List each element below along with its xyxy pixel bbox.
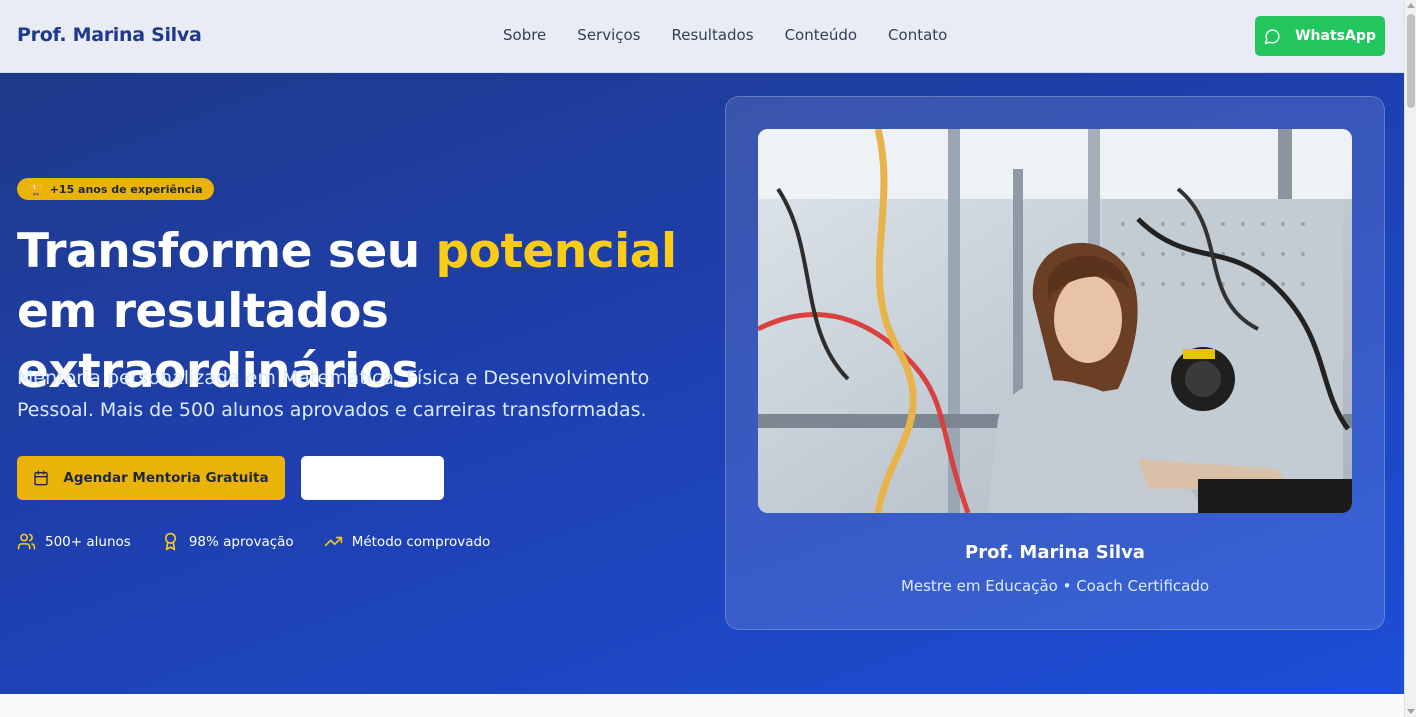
profile-card: Prof. Marina Silva Mestre em Educação • … [725, 96, 1385, 630]
stat-students-label: 500+ alunos [45, 533, 131, 550]
hero-subtitle: Mentoria personalizada em Matemática, Fí… [17, 367, 650, 421]
nav-link-contato[interactable]: Contato [888, 26, 947, 44]
trophy-icon: 🏆 [29, 182, 43, 196]
profile-name: Prof. Marina Silva [965, 542, 1145, 563]
page-scrollbar[interactable] [1404, 0, 1416, 717]
stat-method: Método comprovado [324, 532, 491, 551]
stat-students: 500+ alunos [17, 532, 131, 551]
scroll-up-icon[interactable] [1407, 3, 1415, 8]
stat-approval: 98% aprovação [161, 532, 294, 551]
users-icon [17, 533, 36, 550]
nav-links: Sobre Serviços Resultados Conteúdo Conta… [503, 26, 978, 44]
profile-photo [758, 129, 1352, 513]
hero-stats: 500+ alunos 98% aprovação Método comprov… [17, 532, 520, 551]
top-navbar: Prof. Marina Silva Sobre Serviços Result… [0, 0, 1404, 73]
hero-title-part1: Transforme seu [17, 224, 436, 279]
profile-role: Mestre em Educação • Coach Certificado [900, 577, 1210, 595]
experience-badge: 🏆 +15 anos de experiência [17, 178, 214, 200]
schedule-mentoring-button[interactable]: Agendar Mentoria Gratuita [17, 456, 285, 500]
award-icon [164, 532, 176, 551]
trending-up-icon [324, 536, 342, 547]
schedule-mentoring-label: Agendar Mentoria Gratuita [63, 470, 269, 486]
nav-link-conteudo[interactable]: Conteúdo [785, 26, 857, 44]
nav-link-sobre[interactable]: Sobre [503, 26, 546, 44]
whatsapp-button-label: WhatsApp [1295, 28, 1376, 44]
secondary-cta-button[interactable] [301, 456, 444, 500]
scroll-down-icon[interactable] [1407, 709, 1415, 714]
hero-section: 🏆 +15 anos de experiência Transforme seu… [0, 73, 1404, 694]
scrollbar-thumb[interactable] [1407, 14, 1415, 108]
brand-logo-text[interactable]: Prof. Marina Silva [17, 24, 202, 46]
next-section-start [0, 694, 1404, 717]
stat-method-label: Método comprovado [351, 533, 491, 550]
nav-link-resultados[interactable]: Resultados [672, 26, 754, 44]
stat-approval-label: 98% aprovação [188, 533, 294, 550]
whatsapp-button[interactable]: WhatsApp [1255, 16, 1385, 56]
nav-link-servicos[interactable]: Serviços [577, 26, 640, 44]
calendar-icon [34, 470, 49, 486]
hero-title-highlight: potencial [435, 224, 678, 279]
message-circle-icon [1264, 28, 1280, 44]
experience-badge-label: +15 anos de experiência [49, 182, 203, 196]
